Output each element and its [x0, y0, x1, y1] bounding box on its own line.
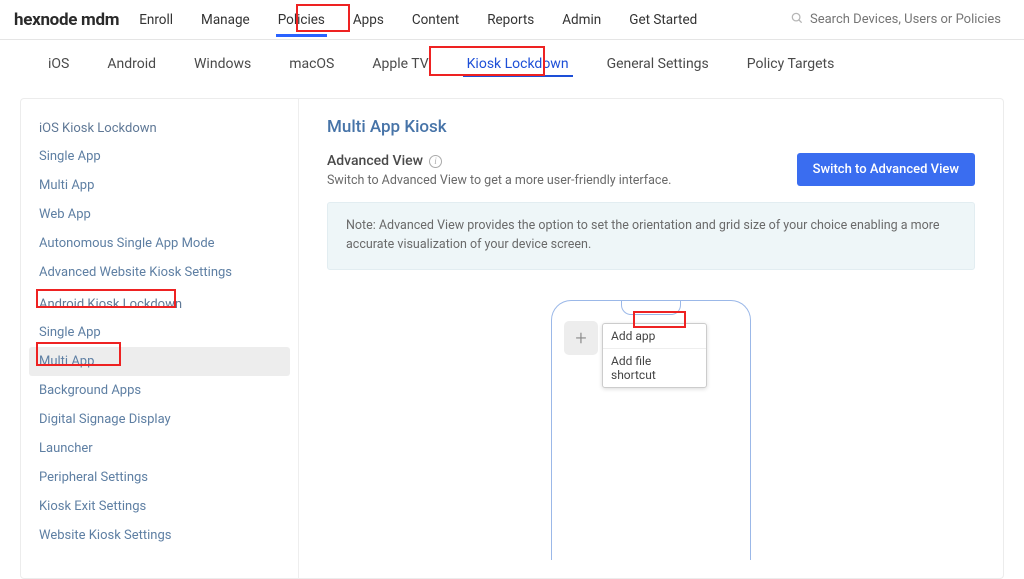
sidebar-and-peripheral[interactable]: Peripheral Settings [21, 463, 298, 492]
nav-get-started[interactable]: Get Started [627, 3, 699, 37]
subtab-policy-targets[interactable]: Policy Targets [743, 45, 839, 83]
sidebar-and-background-apps[interactable]: Background Apps [21, 376, 298, 405]
subtab-appletv[interactable]: Apple TV [368, 45, 432, 83]
add-popover: Add app Add file shortcut [602, 323, 707, 388]
logo: hexnode mdm [14, 10, 119, 30]
sidebar-and-website-kiosk[interactable]: Website Kiosk Settings [21, 521, 298, 550]
advanced-view-label: Advanced View [327, 153, 423, 169]
content-card: iOS Kiosk Lockdown Single App Multi App … [20, 98, 1004, 579]
switch-to-advanced-button[interactable]: Switch to Advanced View [797, 153, 975, 186]
sidebar-and-launcher[interactable]: Launcher [21, 434, 298, 463]
plus-icon: + [575, 326, 586, 350]
nav-manage[interactable]: Manage [199, 3, 252, 37]
policy-subtabs: iOS Android Windows macOS Apple TV Kiosk… [0, 40, 1024, 88]
nav-admin[interactable]: Admin [560, 3, 603, 37]
content-main: Multi App Kiosk Advanced View i Switch t… [299, 99, 1003, 578]
advanced-view-sub: Switch to Advanced View to get a more us… [327, 173, 671, 188]
top-nav: Enroll Manage Policies Apps Content Repo… [137, 0, 699, 39]
sidebar-section-ios[interactable]: iOS Kiosk Lockdown [21, 115, 298, 142]
nav-apps[interactable]: Apps [351, 3, 386, 37]
top-bar: hexnode mdm Enroll Manage Policies Apps … [0, 0, 1024, 40]
note-box: Note: Advanced View provides the option … [327, 202, 975, 270]
kiosk-sidebar: iOS Kiosk Lockdown Single App Multi App … [21, 99, 299, 578]
advanced-view-row: Advanced View i Switch to Advanced View … [327, 153, 975, 188]
nav-policies[interactable]: Policies [276, 3, 327, 37]
nav-enroll[interactable]: Enroll [137, 3, 175, 37]
search-input[interactable] [810, 12, 1010, 27]
subtab-macos[interactable]: macOS [285, 45, 338, 83]
sidebar-ios-web-app[interactable]: Web App [21, 200, 298, 229]
subtab-windows[interactable]: Windows [190, 45, 255, 83]
sidebar-and-digital-signage[interactable]: Digital Signage Display [21, 405, 298, 434]
nav-reports[interactable]: Reports [485, 3, 536, 37]
sidebar-and-exit-settings[interactable]: Kiosk Exit Settings [21, 492, 298, 521]
subtab-kiosk-lockdown[interactable]: Kiosk Lockdown [463, 45, 573, 83]
sidebar-and-multi-app[interactable]: Multi App [29, 347, 290, 376]
info-icon[interactable]: i [429, 155, 442, 168]
sidebar-ios-asam[interactable]: Autonomous Single App Mode [21, 229, 298, 258]
nav-content[interactable]: Content [410, 3, 461, 37]
device-preview-stage: + Add app Add file shortcut [327, 296, 975, 560]
sidebar-and-single-app[interactable]: Single App [21, 318, 298, 347]
subtab-ios[interactable]: iOS [44, 45, 73, 83]
page-title: Multi App Kiosk [327, 117, 975, 137]
subtab-general-settings[interactable]: General Settings [603, 45, 713, 83]
advanced-view-title: Advanced View i [327, 153, 671, 169]
subtab-android[interactable]: Android [103, 45, 160, 83]
sidebar-section-android[interactable]: Android Kiosk Lockdown [21, 291, 298, 318]
popover-add-app[interactable]: Add app [603, 324, 706, 349]
sidebar-ios-single-app[interactable]: Single App [21, 142, 298, 171]
popover-add-file-shortcut[interactable]: Add file shortcut [603, 349, 706, 387]
sidebar-ios-multi-app[interactable]: Multi App [21, 171, 298, 200]
sidebar-ios-adv-website[interactable]: Advanced Website Kiosk Settings [21, 258, 298, 287]
search-wrap [790, 11, 1010, 29]
phone-frame: + Add app Add file shortcut [551, 300, 751, 560]
phone-notch [621, 301, 681, 315]
add-slot-button[interactable]: + [564, 321, 598, 355]
search-icon [790, 11, 804, 29]
